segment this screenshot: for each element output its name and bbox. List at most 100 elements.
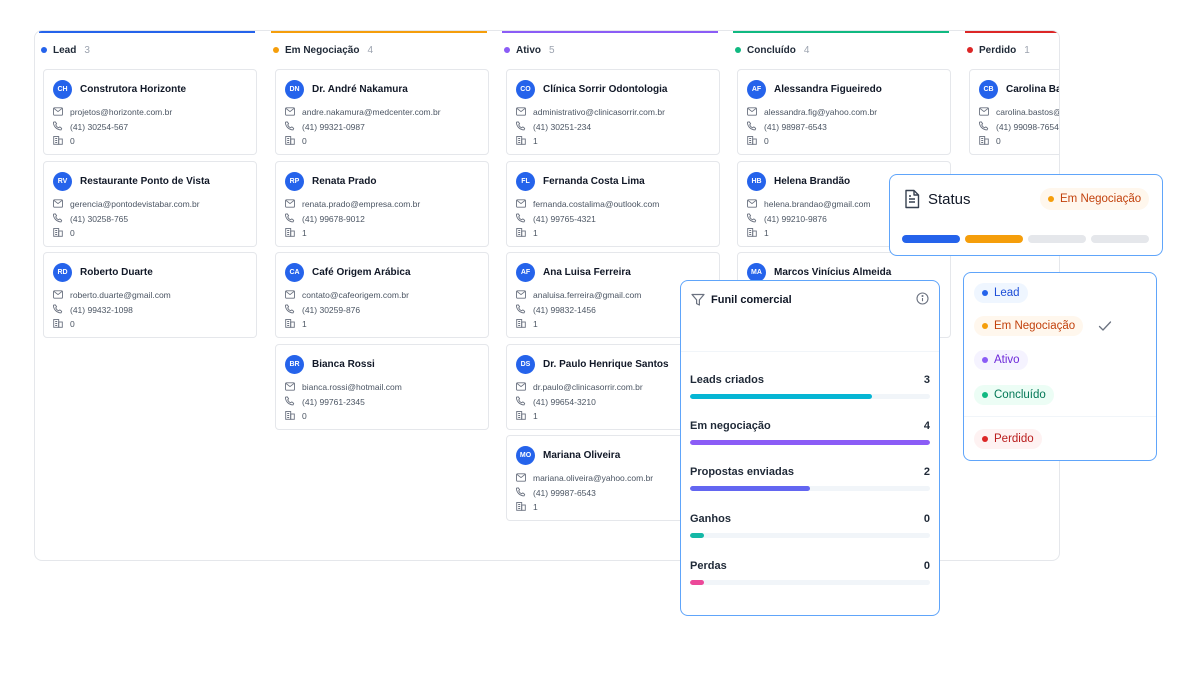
contact-email: helena.brandao@gmail.com <box>764 199 871 210</box>
contact-card[interactable]: CH Construtora Horizonte projetos@horizont… <box>43 69 257 155</box>
column-header[interactable]: Perdido 1 <box>965 31 1059 67</box>
avatar: CO <box>516 79 535 99</box>
building-icon <box>516 318 526 330</box>
column-count: 4 <box>367 44 374 56</box>
contact-card[interactable]: DN Dr. André Nakamura andre.nakamura@medce… <box>275 69 489 155</box>
contact-name: Renata Prado <box>312 175 377 187</box>
status-dot <box>504 47 510 53</box>
column-title: Ativo <box>516 44 541 56</box>
contact-card[interactable]: CO Clínica Sorrir Odontologia administrati… <box>506 69 720 155</box>
status-dot <box>982 290 988 296</box>
phone-icon <box>284 396 295 408</box>
building-icon <box>516 135 526 147</box>
contact-email: gerencia@pontodevistabar.com.br <box>70 199 200 210</box>
funnel-row: Leads criados 3 <box>690 374 930 399</box>
contact-card[interactable]: CB Carolina Bastos carolina.bastos@gmail.c… <box>969 69 1059 155</box>
phone-icon <box>978 121 989 133</box>
mail-icon <box>516 473 526 484</box>
contact-deals-count: 0 <box>302 411 307 422</box>
mail-icon <box>516 290 526 301</box>
funnel-progress-fill <box>690 394 873 399</box>
avatar: FL <box>516 171 535 191</box>
contact-card[interactable]: RD Roberto Duarte roberto.duarte@gmail.com… <box>43 252 257 338</box>
contact-card[interactable]: AF Alessandra Figueiredo alessandra.fig@ya… <box>737 69 951 155</box>
column-title: Concluído <box>747 44 796 56</box>
building-icon <box>53 227 63 239</box>
status-title: Status <box>928 191 971 208</box>
info-icon[interactable] <box>916 292 929 310</box>
column-title: Perdido <box>979 44 1017 56</box>
building-icon <box>516 227 526 239</box>
status-option-label: Lead <box>994 287 1020 299</box>
column-negociacao: Em Negociação 4 DN Dr. André Nakamura andre.… <box>271 31 489 560</box>
contact-phone: (41) 99832-1456 <box>533 304 596 315</box>
column-header[interactable]: Em Negociação 4 <box>271 31 487 67</box>
phone-icon <box>284 304 295 316</box>
avatar: BR <box>285 354 304 374</box>
status-dot <box>982 323 988 329</box>
funnel-row-label: Propostas enviadas <box>690 466 794 478</box>
status-option-conclu-do[interactable]: Concluído <box>974 385 1054 405</box>
building-icon <box>747 135 757 147</box>
status-option-perdido[interactable]: Perdido <box>974 429 1042 449</box>
column-header[interactable]: Ativo 5 <box>502 31 718 67</box>
document-icon <box>903 189 921 214</box>
status-progress-segment <box>902 235 960 243</box>
funnel-row-value: 4 <box>923 420 930 432</box>
status-dot <box>1048 196 1054 202</box>
avatar: MA <box>747 262 766 282</box>
status-option-em-negocia-o[interactable]: Em Negociação <box>974 316 1084 336</box>
contact-card[interactable]: CA Café Origem Arábica contato@cafeorigem.… <box>275 252 489 338</box>
contact-card[interactable]: RV Restaurante Ponto de Vista gerencia@pon… <box>43 161 257 247</box>
building-icon <box>516 410 526 422</box>
contact-phone: (41) 99987-6543 <box>533 487 596 498</box>
status-option-lead[interactable]: Lead <box>974 283 1028 303</box>
funnel-progress-track <box>690 533 930 538</box>
mail-icon <box>285 290 295 301</box>
status-progress-segment <box>965 235 1023 243</box>
contact-email: dr.paulo@clinicasorrir.com.br <box>533 382 643 393</box>
avatar: AF <box>516 262 535 282</box>
status-option-ativo[interactable]: Ativo <box>974 350 1028 370</box>
column-header[interactable]: Concluído 4 <box>733 31 949 67</box>
contact-name: Café Origem Arábica <box>312 266 411 278</box>
phone-icon <box>746 121 757 133</box>
avatar: AF <box>747 79 766 99</box>
avatar: MO <box>516 445 535 465</box>
contact-email: fernanda.costalima@outlook.com <box>533 199 660 210</box>
funnel-row: Perdas 0 <box>690 560 930 585</box>
column-header[interactable]: Lead 3 <box>39 31 255 67</box>
contact-name: Restaurante Ponto de Vista <box>80 175 210 187</box>
phone-icon <box>284 213 295 225</box>
contact-card[interactable]: RP Renata Prado renata.prado@empresa.com.b… <box>275 161 489 247</box>
contact-deals-count: 1 <box>533 228 538 239</box>
column-count: 1 <box>1024 44 1030 56</box>
building-icon <box>53 318 63 330</box>
contact-phone: (41) 30259-876 <box>302 304 361 315</box>
contact-name: Helena Brandão <box>774 175 851 187</box>
contact-card[interactable]: BR Bianca Rossi bianca.rossi@hotmail.com (4… <box>275 344 489 430</box>
status-option-label: Em Negociação <box>994 320 1076 332</box>
status-dot <box>41 47 47 53</box>
contact-name: Alessandra Figueiredo <box>774 83 882 95</box>
mail-icon <box>747 107 757 118</box>
column-title: Em Negociação <box>285 44 360 56</box>
contact-phone: (41) 99765-4321 <box>533 213 596 224</box>
contact-name: Carolina Bastos <box>1006 83 1059 95</box>
contact-deals-count: 0 <box>70 136 75 147</box>
funnel-progress-track <box>690 394 930 399</box>
contact-deals-count: 0 <box>302 136 307 147</box>
contact-name: Marcos Vinícius Almeida <box>774 266 892 278</box>
building-icon <box>979 135 989 147</box>
mail-icon <box>747 199 757 210</box>
building-icon <box>516 501 526 513</box>
contact-deals-count: 0 <box>996 136 1001 147</box>
filter-icon <box>691 293 705 312</box>
funnel-row: Em negociação 4 <box>690 420 930 445</box>
status-current-badge[interactable]: Em Negociação <box>1040 188 1150 210</box>
avatar: RD <box>53 262 72 282</box>
funnel-progress-fill <box>690 440 930 445</box>
status-progress-segment <box>1028 235 1086 243</box>
contact-card[interactable]: FL Fernanda Costa Lima fernanda.costalima@… <box>506 161 720 247</box>
status-option-label: Ativo <box>994 354 1020 366</box>
